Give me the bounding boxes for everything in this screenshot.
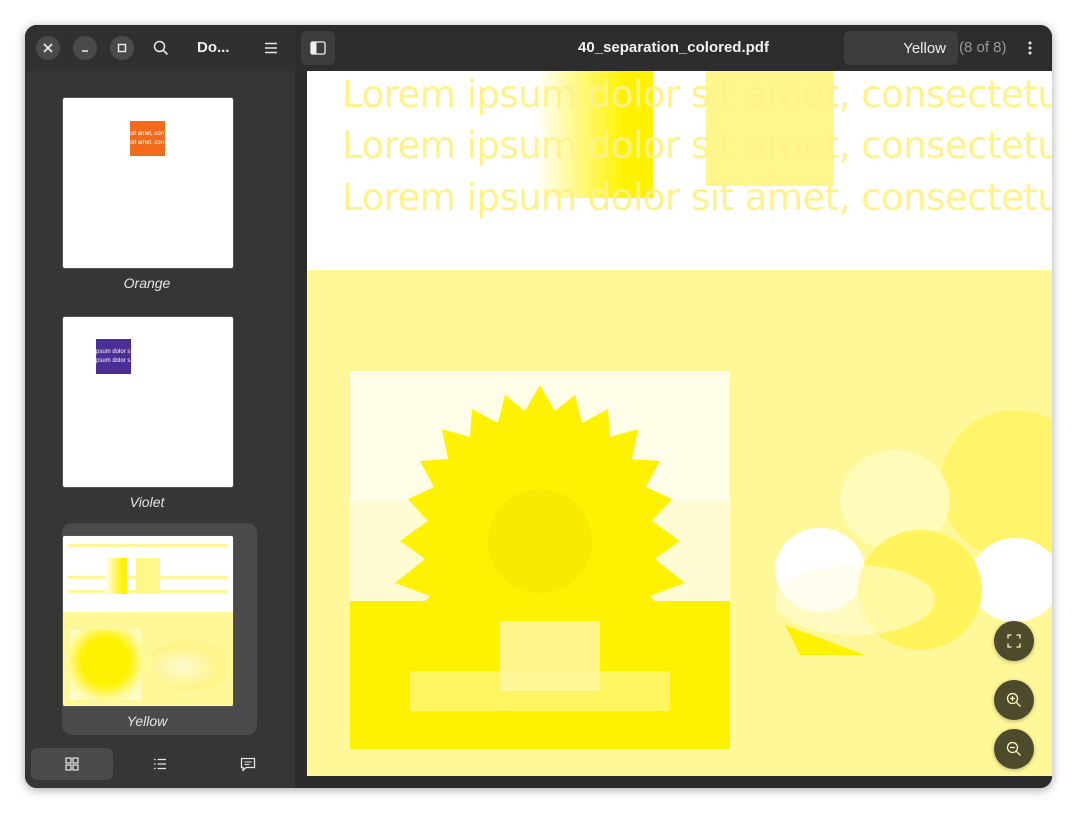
fruits-image <box>775 410 1052 655</box>
yellow-panel <box>307 270 1052 776</box>
pdf-page: Lorem ipsum dolor sit amet, consectetuer… <box>307 71 1052 776</box>
violet-swatch-text: psum dolor s <box>96 349 131 355</box>
fullscreen-icon <box>1007 634 1021 648</box>
thumb-fruits <box>151 640 229 690</box>
zoom-out-icon <box>1006 741 1021 756</box>
orange-swatch-text: sit amet, con <box>130 131 165 137</box>
thumb-yellow-top <box>63 536 233 612</box>
page-count: (8 of 8) <box>959 39 1007 56</box>
comment-icon <box>240 757 256 771</box>
main-menu-button[interactable] <box>1017 35 1043 61</box>
orange-swatch-text-2: sit amet, con <box>130 140 165 146</box>
fullscreen-button[interactable] <box>994 621 1034 661</box>
thumbnail-yellow[interactable] <box>62 535 234 707</box>
thumbnail-orange[interactable]: sit amet, con sit amet, con <box>62 97 234 269</box>
violet-swatch-text-2: psum dolor s <box>96 358 131 364</box>
thumbnail-label-violet: Violet <box>129 494 165 510</box>
toggle-sidebar-button[interactable] <box>301 31 335 65</box>
maximize-window-button[interactable] <box>110 36 134 60</box>
list-icon <box>154 758 166 770</box>
thumb-lorem-line <box>68 544 228 547</box>
close-icon <box>43 43 53 53</box>
zoom-in-icon <box>1006 692 1021 707</box>
thumb-gradient-block <box>105 558 127 594</box>
thumb-light-block <box>136 558 160 594</box>
lorem-line-2: Lorem ipsum dolor sit amet, consectetuer… <box>342 124 1052 167</box>
thumbnail-label-orange: Orange <box>123 275 171 291</box>
sidebar-header: Do... <box>25 25 295 71</box>
sunflower-image <box>350 371 730 749</box>
tab-outline[interactable] <box>119 748 201 780</box>
tab-thumbnails[interactable] <box>31 748 113 780</box>
lorem-line-3: Lorem ipsum dolor sit amet, consectetuer… <box>342 176 1052 219</box>
close-window-button[interactable] <box>36 36 60 60</box>
thumbnail-label-yellow: Yellow <box>126 713 168 729</box>
orange-swatch: sit amet, con sit amet, con <box>130 121 165 156</box>
thumb-yellow-bottom <box>63 612 233 706</box>
sidebar-footer <box>25 743 295 788</box>
page-bottom-gutter <box>295 776 1052 788</box>
tab-annotations[interactable] <box>207 748 289 780</box>
zoom-in-button[interactable] <box>994 680 1034 720</box>
more-vertical-icon <box>1028 41 1032 55</box>
hamburger-menu-icon <box>265 42 277 54</box>
separation-select[interactable]: Yellow <box>844 31 958 65</box>
grid-icon <box>65 757 79 771</box>
zoom-out-button[interactable] <box>994 729 1034 769</box>
sidebar-toggle-icon <box>310 41 326 55</box>
sidebar-title: Do... <box>197 39 230 56</box>
app-window: Do... sit amet, con sit amet, con Orange… <box>25 25 1052 788</box>
maximize-icon <box>117 43 127 53</box>
thumbnail-violet[interactable]: psum dolor s psum dolor s <box>62 316 234 488</box>
main-header: 40_separation_colored.pdf Yellow (8 of 8… <box>295 25 1052 71</box>
violet-swatch: psum dolor s psum dolor s <box>96 339 131 374</box>
minimize-window-button[interactable] <box>73 36 97 60</box>
search-icon <box>153 40 169 56</box>
sidebar-menu-button[interactable] <box>258 35 284 61</box>
lorem-line-1: Lorem ipsum dolor sit amet, consectetuer… <box>342 73 1052 116</box>
document-view: 40_separation_colored.pdf Yellow (8 of 8… <box>295 25 1052 788</box>
minimize-icon <box>82 50 88 52</box>
sidebar: Do... sit amet, con sit amet, con Orange… <box>25 25 295 788</box>
search-button[interactable] <box>148 35 174 61</box>
thumb-sunflower <box>70 630 141 700</box>
